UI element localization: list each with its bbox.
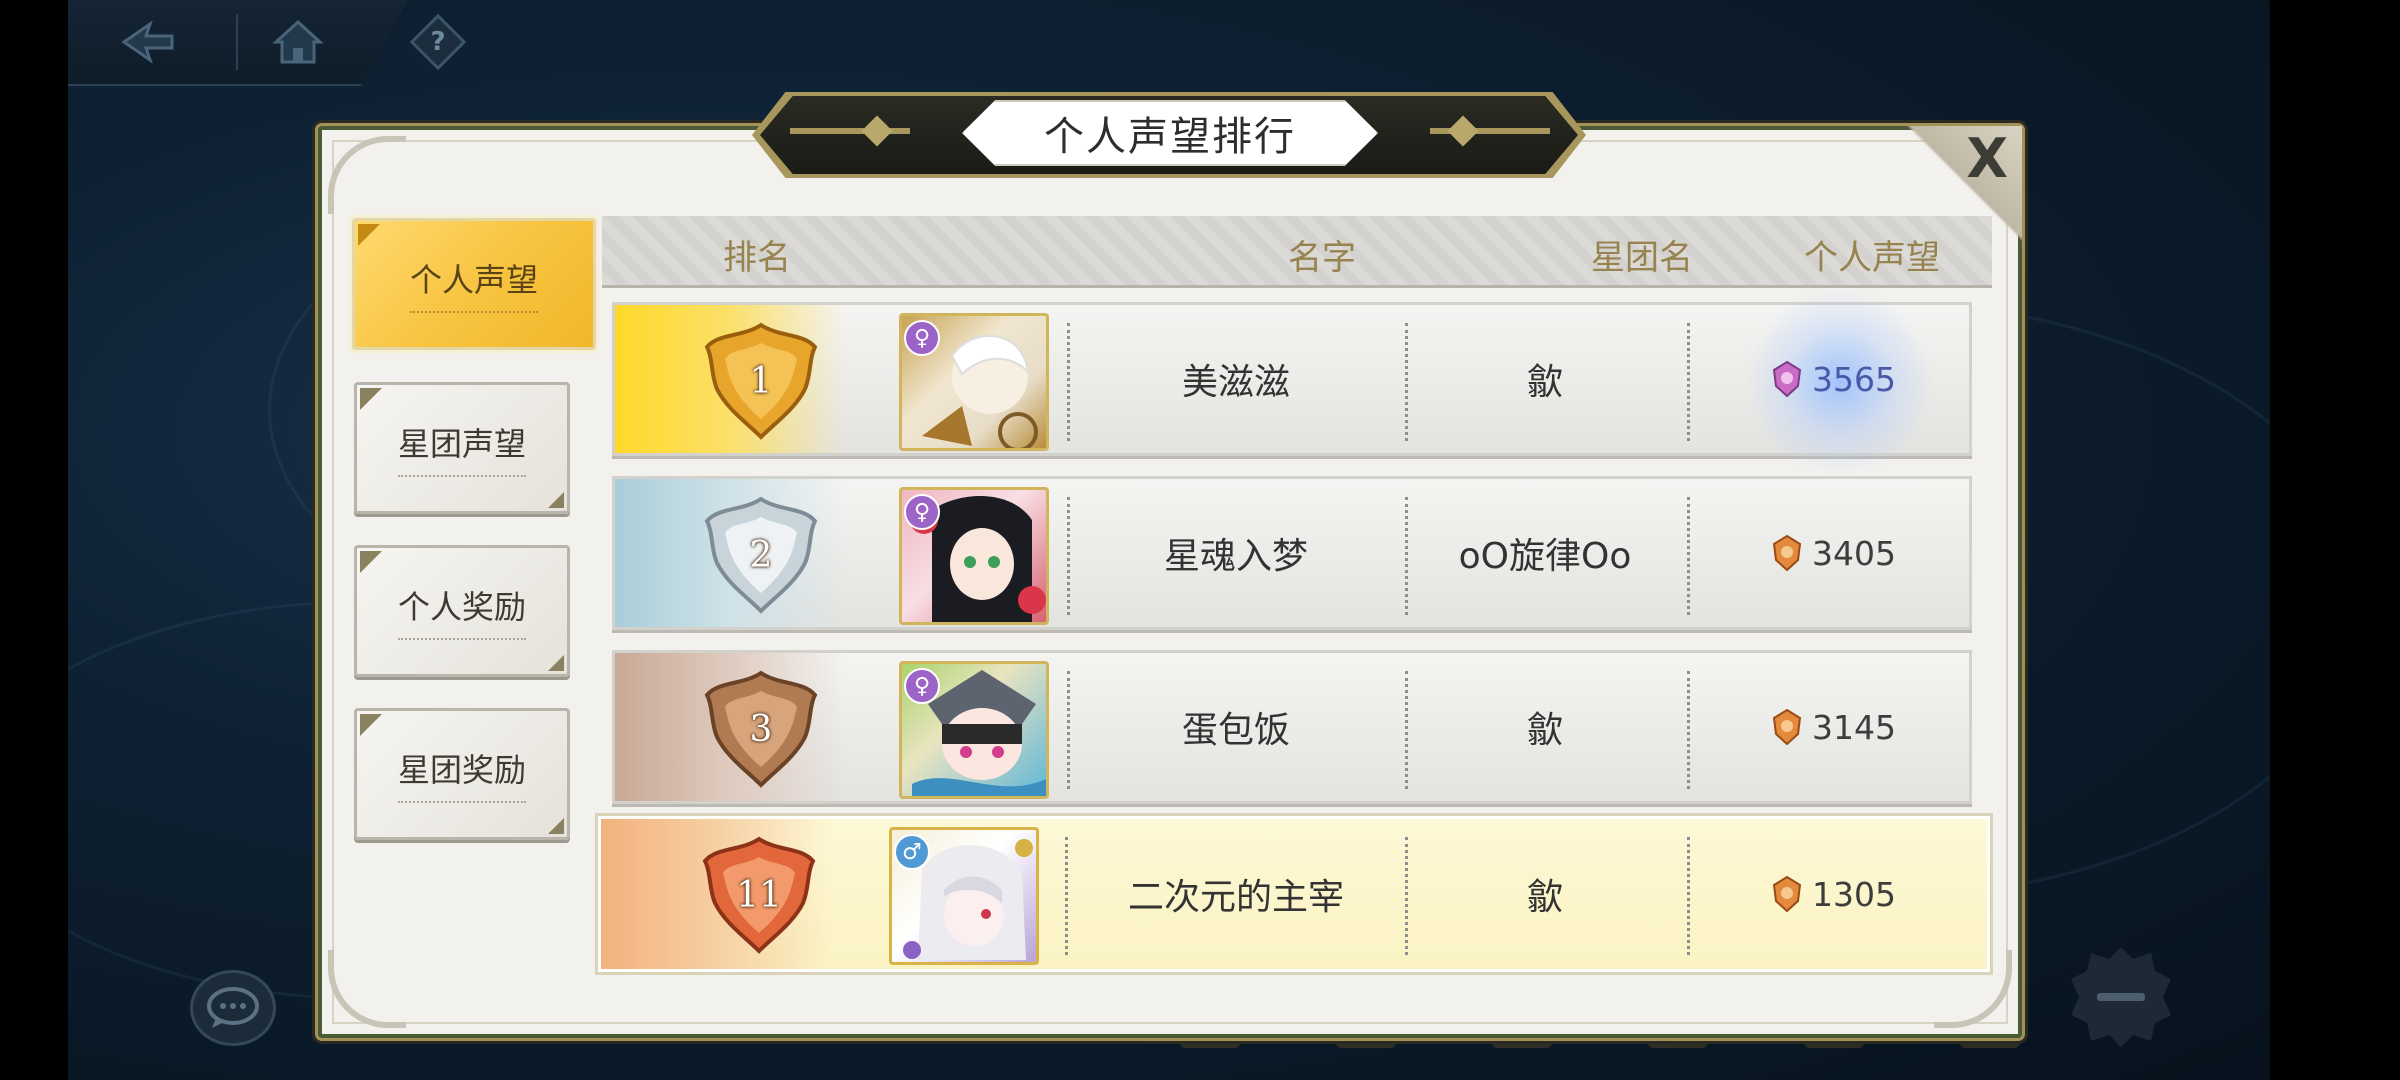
female-gender-icon: ♀ xyxy=(904,494,940,530)
player-avatar[interactable]: ♀ xyxy=(899,487,1049,625)
guild-name: 歙 xyxy=(1526,877,1563,918)
rank-number: 2 xyxy=(749,534,773,576)
tab-notch xyxy=(360,714,382,736)
column-divider xyxy=(1065,837,1068,955)
player-name: 星魂入梦 xyxy=(1163,536,1308,577)
tab-notch xyxy=(358,224,380,246)
reputation-value: 3565 xyxy=(1812,359,1896,399)
help-button[interactable]: ? xyxy=(409,13,467,71)
guild-name: 歙 xyxy=(1526,362,1563,403)
reputation-medal-icon xyxy=(1772,875,1802,913)
reputation-score: 1305 xyxy=(1693,819,1973,969)
reputation-score: 3565 xyxy=(1693,305,1973,453)
male-gender-icon: ♂ xyxy=(894,834,930,870)
column-divider xyxy=(1687,323,1690,441)
rank-bronze-crest-icon: 3 xyxy=(699,667,823,791)
reputation-value: 3145 xyxy=(1812,707,1896,747)
reputation-medal-icon xyxy=(1772,534,1802,572)
home-icon xyxy=(272,19,324,64)
ranking-table-header: 排名 名字 星团名 个人声望 xyxy=(602,216,1992,288)
help-label: ? xyxy=(430,27,446,57)
rank-silver-crest-icon: 2 xyxy=(699,493,823,617)
column-divider xyxy=(1067,671,1070,789)
dialog-title-plate: 个人声望排行 xyxy=(962,100,1378,166)
column-divider xyxy=(1687,671,1690,789)
reputation-value: 3405 xyxy=(1812,533,1896,573)
menu-toggle-button[interactable] xyxy=(2062,938,2180,1056)
header-guild: 星团名 xyxy=(1591,238,1693,278)
column-divider xyxy=(1067,497,1070,615)
guild-name: oO旋律Oo xyxy=(1458,536,1632,577)
guild-name: 歙 xyxy=(1526,710,1563,751)
chat-icon xyxy=(207,987,259,1028)
reputation-score: 3145 xyxy=(1693,653,1973,801)
back-arrow-icon xyxy=(121,20,174,64)
player-avatar[interactable]: ♂ xyxy=(889,827,1039,965)
tab-notch xyxy=(360,551,382,573)
tab-notch xyxy=(548,818,564,834)
rank-number: 1 xyxy=(749,360,773,402)
female-gender-icon: ♀ xyxy=(904,320,940,356)
close-icon: X xyxy=(1966,127,2008,190)
tab-notch xyxy=(548,655,564,671)
tab-label: 星团声望 xyxy=(397,419,526,477)
minus-icon xyxy=(2097,993,2145,1001)
my-ranking-row[interactable]: 11 ♂ 二次元的主宰 歙 1305 xyxy=(598,816,1990,972)
rank-gold-crest-icon: 1 xyxy=(699,319,823,443)
tab-label: 个人奖励 xyxy=(397,582,526,640)
tab-label: 星团奖励 xyxy=(397,745,526,803)
divider xyxy=(236,14,238,70)
tab-guild-rewards[interactable]: 星团奖励 xyxy=(354,708,570,840)
header-score: 个人声望 xyxy=(1804,238,1940,278)
player-avatar[interactable]: ♀ xyxy=(899,313,1049,451)
reputation-score: 3405 xyxy=(1693,479,1973,627)
rank-number: 3 xyxy=(749,708,773,750)
reputation-medal-icon xyxy=(1772,360,1802,398)
header-name: 名字 xyxy=(1288,238,1356,278)
corner-ornament xyxy=(328,950,406,1028)
column-divider xyxy=(1067,323,1070,441)
corner-ornament xyxy=(328,136,406,214)
back-button[interactable] xyxy=(118,12,178,72)
player-name: 美滋滋 xyxy=(1181,362,1290,403)
reputation-value: 1305 xyxy=(1812,874,1896,914)
top-navigation-bar xyxy=(68,0,408,86)
player-name: 二次元的主宰 xyxy=(1127,877,1344,918)
rank-orange-crest-icon: 11 xyxy=(697,833,821,957)
ranking-row[interactable]: 1 ♀ 美滋滋 歙 3565 xyxy=(612,287,1973,477)
ranking-row[interactable]: 3 ♀ 蛋包饭 歙 3145 xyxy=(612,650,1972,804)
player-avatar[interactable]: ♀ xyxy=(899,661,1049,799)
home-button[interactable] xyxy=(268,12,328,72)
header-rank: 排名 xyxy=(723,238,791,278)
ranking-row[interactable]: 2 ♀ 星魂入梦 oO旋律Oo 3405 xyxy=(612,476,1972,630)
tab-notch xyxy=(548,492,564,508)
tab-notch xyxy=(360,388,382,410)
tab-label: 个人声望 xyxy=(409,255,538,313)
chat-button[interactable] xyxy=(190,970,276,1046)
reputation-medal-icon xyxy=(1772,708,1802,746)
player-name: 蛋包饭 xyxy=(1181,710,1290,751)
female-gender-icon: ♀ xyxy=(904,668,940,704)
tab-personal-rewards[interactable]: 个人奖励 xyxy=(354,545,570,677)
tab-guild-reputation[interactable]: 星团声望 xyxy=(354,382,570,514)
column-divider xyxy=(1687,497,1690,615)
tab-personal-reputation[interactable]: 个人声望 xyxy=(352,218,596,350)
rank-number: 11 xyxy=(736,874,782,916)
column-divider xyxy=(1687,837,1690,955)
dialog-title: 个人声望排行 xyxy=(1044,114,1296,160)
